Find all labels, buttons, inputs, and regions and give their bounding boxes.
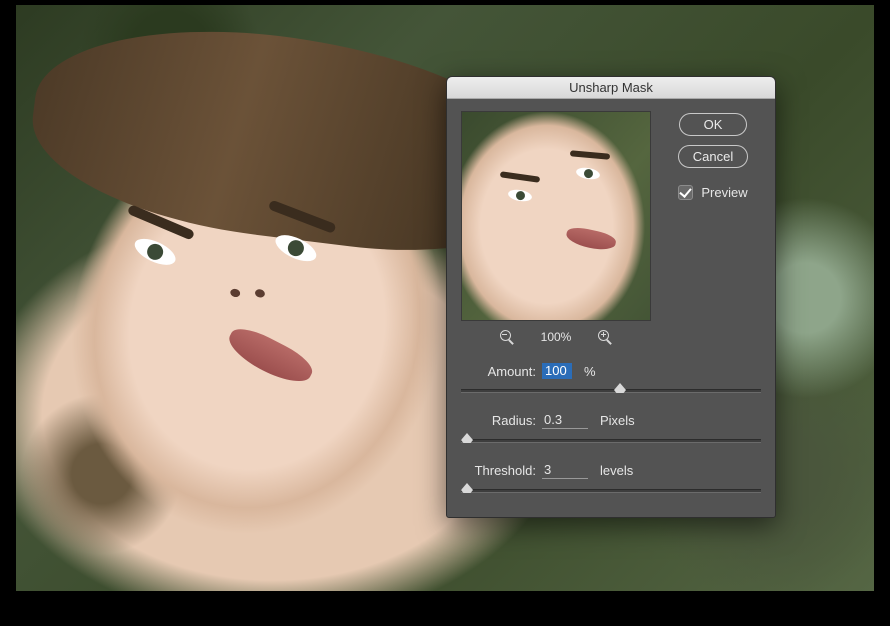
threshold-slider-thumb[interactable] [461, 483, 473, 493]
amount-input[interactable]: 100 [542, 363, 572, 379]
preview-checkbox-label: Preview [701, 185, 747, 200]
radius-slider[interactable] [461, 431, 761, 449]
radius-input[interactable]: 0.3 [542, 411, 588, 429]
amount-slider[interactable] [461, 381, 761, 399]
threshold-label: Threshold: [461, 463, 536, 478]
radius-slider-thumb[interactable] [461, 433, 473, 443]
threshold-input[interactable]: 3 [542, 461, 588, 479]
amount-unit: % [584, 364, 596, 379]
filter-preview[interactable] [461, 111, 651, 321]
preview-checkbox[interactable] [678, 185, 693, 200]
cancel-button[interactable]: Cancel [678, 145, 748, 168]
ok-button[interactable]: OK [679, 113, 747, 136]
threshold-slider[interactable] [461, 481, 761, 499]
radius-label: Radius: [461, 413, 536, 428]
dialog-title: Unsharp Mask [447, 77, 775, 99]
zoom-out-icon[interactable] [499, 329, 515, 345]
threshold-unit: levels [600, 463, 633, 478]
radius-unit: Pixels [600, 413, 635, 428]
zoom-in-icon[interactable] [597, 329, 613, 345]
amount-slider-thumb[interactable] [614, 383, 626, 393]
zoom-level-label: 100% [541, 330, 572, 344]
unsharp-mask-dialog: Unsharp Mask 100% OK Cancel [446, 76, 776, 518]
amount-label: Amount: [461, 364, 536, 379]
